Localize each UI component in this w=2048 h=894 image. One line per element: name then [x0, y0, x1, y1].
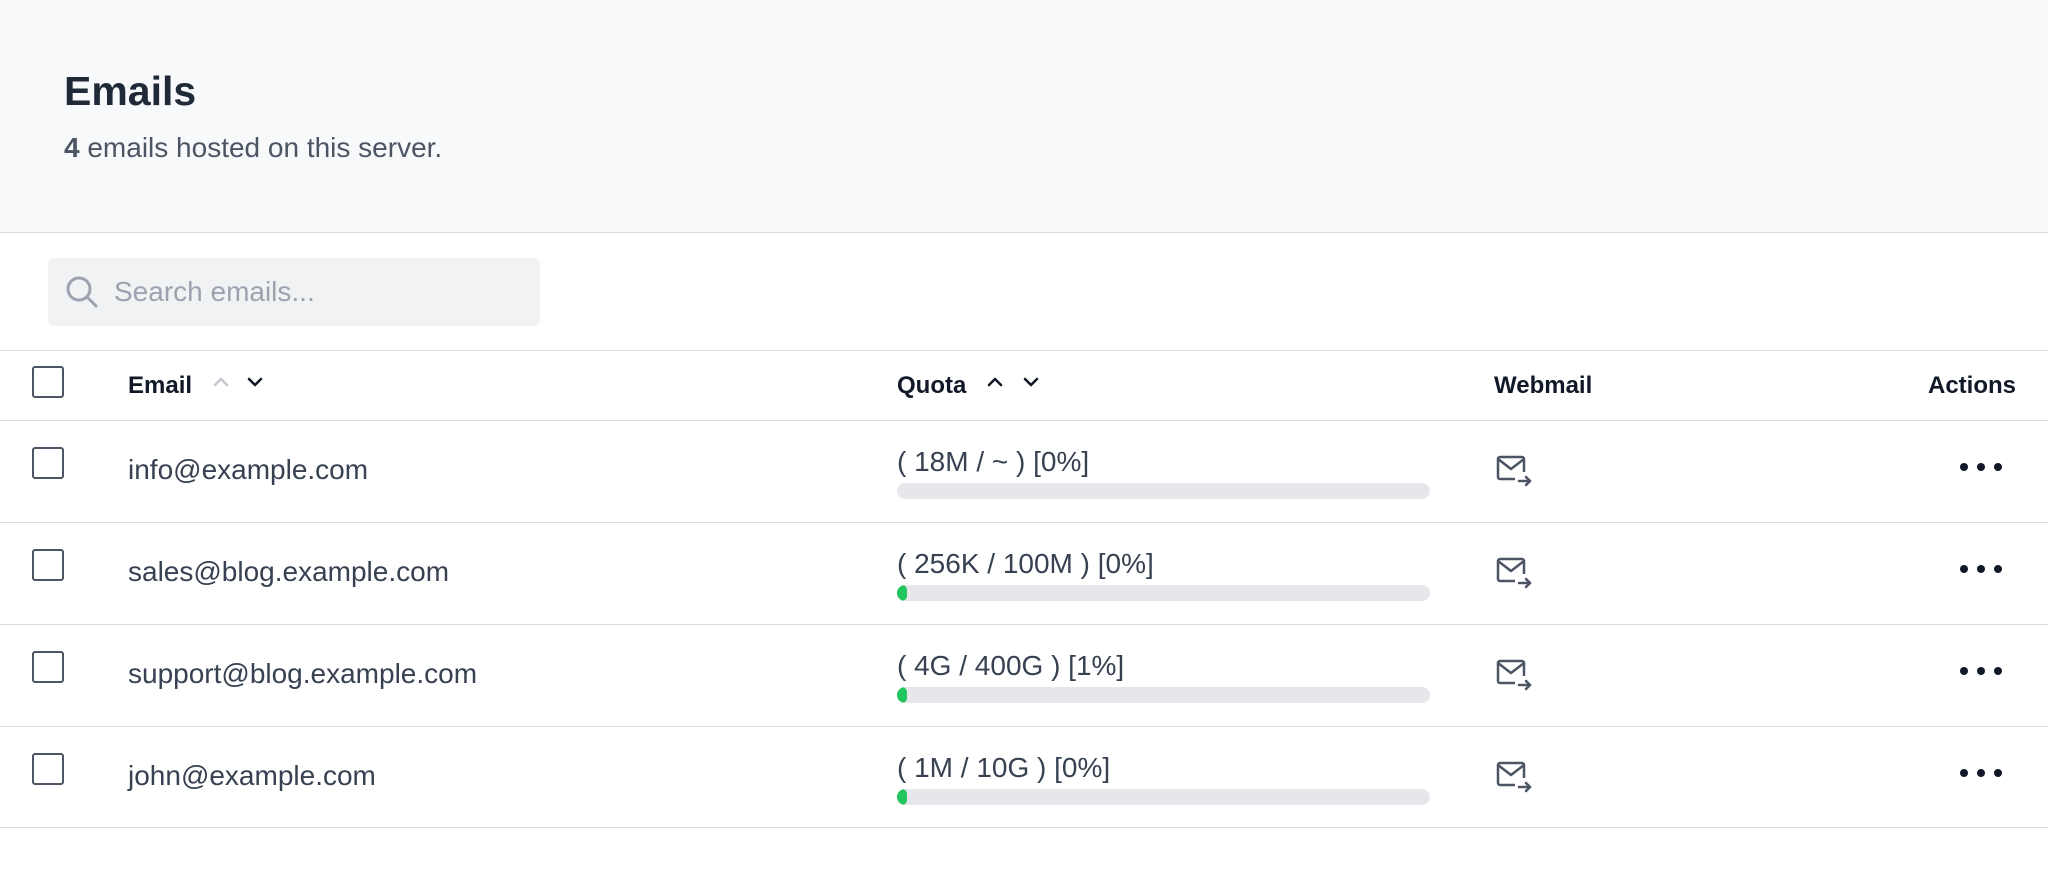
quota-bar-fill	[897, 585, 907, 601]
quota-bar-fill	[897, 789, 907, 805]
more-horizontal-icon[interactable]	[1958, 559, 2004, 579]
email-address[interactable]: info@example.com	[128, 453, 368, 487]
quota-text: ( 256K / 100M ) [0%]	[897, 548, 1154, 579]
mail-forward-icon[interactable]	[1494, 756, 1534, 796]
column-header-email[interactable]: Email	[128, 371, 192, 401]
quota-bar	[897, 483, 1430, 499]
row-checkbox[interactable]	[32, 447, 64, 479]
mail-forward-icon[interactable]	[1494, 450, 1534, 490]
quota-bar-fill	[897, 687, 907, 703]
more-horizontal-icon[interactable]	[1958, 457, 2004, 477]
row-checkbox[interactable]	[32, 549, 64, 581]
sort-ascending-icon[interactable]	[984, 371, 1006, 393]
quota-bar	[897, 585, 1430, 601]
quota-bar	[897, 687, 1430, 703]
table-row: support@blog.example.com ( 4G / 400G ) […	[0, 624, 2048, 726]
search-box[interactable]	[48, 258, 540, 326]
quota-text: ( 1M / 10G ) [0%]	[897, 752, 1111, 783]
select-all-checkbox[interactable]	[32, 366, 64, 398]
search-icon	[66, 276, 98, 308]
sort-descending-icon[interactable]	[244, 371, 266, 393]
table-row: sales@blog.example.com ( 256K / 100M ) […	[0, 522, 2048, 624]
more-horizontal-icon[interactable]	[1958, 763, 2004, 783]
row-checkbox[interactable]	[32, 651, 64, 683]
row-checkbox[interactable]	[32, 753, 64, 785]
quota-bar	[897, 789, 1430, 805]
column-header-actions: Actions	[1928, 372, 2017, 399]
mail-forward-icon[interactable]	[1494, 654, 1534, 694]
email-count: 4	[64, 132, 80, 163]
quota-text: ( 4G / 400G ) [1%]	[897, 650, 1125, 681]
email-address[interactable]: john@example.com	[128, 759, 376, 793]
sort-ascending-icon[interactable]	[210, 371, 232, 393]
page-title: Emails	[64, 68, 197, 114]
mail-forward-icon[interactable]	[1494, 552, 1534, 592]
table-row: john@example.com ( 1M / 10G ) [0%]	[0, 726, 2048, 828]
column-header-quota[interactable]: Quota	[897, 371, 966, 401]
search-input[interactable]	[114, 258, 524, 326]
quota-text: ( 18M / ~ ) [0%]	[897, 446, 1090, 477]
sort-descending-icon[interactable]	[1020, 371, 1042, 393]
table-row: info@example.com ( 18M / ~ ) [0%]	[0, 420, 2048, 522]
page-header: Emails 4 emails hosted on this server.	[0, 0, 2048, 233]
page-subtitle: 4 emails hosted on this server.	[64, 131, 442, 165]
subtitle-text: emails hosted on this server.	[79, 132, 443, 163]
email-address[interactable]: support@blog.example.com	[128, 657, 477, 691]
column-header-webmail: Webmail	[1494, 372, 1593, 399]
table-top-border	[0, 350, 2048, 351]
more-horizontal-icon[interactable]	[1958, 661, 2004, 681]
email-address[interactable]: sales@blog.example.com	[128, 555, 449, 589]
